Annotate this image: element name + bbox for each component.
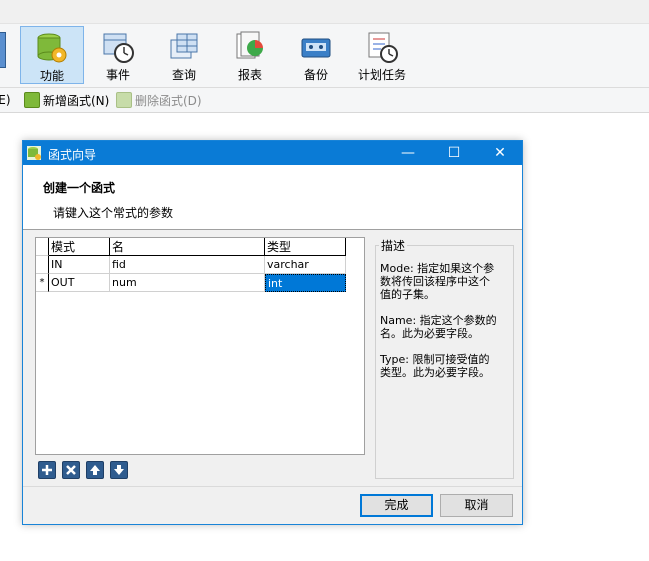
- mode-description: Mode: 指定如果这个参数将传回该程序中这个值的子集。: [380, 262, 495, 301]
- footer-divider: [23, 486, 522, 487]
- param-name-cell[interactable]: num: [110, 274, 265, 292]
- type-description: Type: 限制可接受值的类型。此为必要字段。: [380, 353, 490, 379]
- function-db-icon: [35, 31, 69, 65]
- main-toolbar: 功能 事件 查询 报表 备份 计划任务: [0, 24, 649, 88]
- description-panel: Mode: 指定如果这个参数将传回该程序中这个值的子集。 Name: 指定这个参…: [375, 245, 514, 479]
- wizard-header: 创建一个函式 请键入这个常式的参数: [23, 165, 522, 230]
- toolbar-event-label: 事件: [105, 68, 130, 82]
- row-indicator[interactable]: *: [36, 274, 49, 292]
- new-function-label: 新增函式(N): [43, 94, 110, 108]
- description-legend: 描述: [379, 237, 408, 254]
- delete-function-button[interactable]: 删除函式(D): [116, 92, 202, 108]
- query-grid-icon: [167, 30, 201, 64]
- parameter-grid[interactable]: 模式 名 类型 IN fid varchar * OUT num int: [35, 237, 365, 455]
- backup-icon: [299, 30, 333, 64]
- arrow-up-icon: [90, 465, 100, 475]
- move-down-button[interactable]: [110, 461, 128, 479]
- partial-toolbar-icon[interactable]: [0, 32, 6, 68]
- maximize-button[interactable]: ☐: [431, 141, 477, 165]
- report-icon: [233, 30, 267, 64]
- new-function-button[interactable]: 新增函式(N): [24, 92, 109, 108]
- add-parameter-button[interactable]: [38, 461, 56, 479]
- name-description: Name: 指定这个参数的名。此为必要字段。: [380, 314, 497, 340]
- row-indicator[interactable]: [36, 256, 49, 274]
- function-wizard-dialog: 函式向导 — ☐ ✕ 创建一个函式 请键入这个常式的参数 模式 名 类型 IN …: [22, 140, 523, 525]
- toolbar-function-button[interactable]: 功能: [20, 26, 84, 84]
- delete-function-label: 删除函式(D): [135, 94, 202, 108]
- schedule-task-icon: [365, 30, 399, 64]
- cancel-button[interactable]: 取消: [440, 494, 513, 517]
- toolbar-query-button[interactable]: 查询: [152, 26, 216, 84]
- move-up-button[interactable]: [86, 461, 104, 479]
- description-text: Mode: 指定如果这个参数将传回该程序中这个值的子集。 Name: 指定这个参…: [380, 262, 498, 392]
- wizard-step-subtitle: 请键入这个常式的参数: [53, 206, 174, 220]
- dialog-title: 函式向导: [48, 148, 97, 162]
- event-clock-icon: [101, 30, 135, 64]
- object-toolbar: E(E) 新增函式(N) 删除函式(D): [0, 88, 649, 113]
- toolbar-function-label: 功能: [39, 69, 64, 83]
- delete-parameter-button[interactable]: [62, 461, 80, 479]
- toolbar-event-button[interactable]: 事件: [86, 26, 150, 84]
- finish-button[interactable]: 完成: [360, 494, 433, 517]
- x-icon: [66, 465, 76, 475]
- table-row[interactable]: IN fid varchar: [36, 256, 346, 274]
- toolbar-query-label: 查询: [171, 68, 196, 82]
- toolbar-schedule-label: 计划任务: [357, 68, 406, 82]
- param-mode-cell[interactable]: IN: [49, 256, 110, 274]
- wizard-step-title: 创建一个函式: [43, 181, 116, 195]
- window-top-strip: [0, 0, 649, 24]
- close-button[interactable]: ✕: [477, 141, 523, 165]
- param-mode-cell[interactable]: OUT: [49, 274, 110, 292]
- arrow-down-icon: [114, 465, 124, 475]
- toolbar-report-button[interactable]: 报表: [218, 26, 282, 84]
- dialog-titlebar[interactable]: 函式向导 — ☐ ✕: [23, 141, 522, 165]
- column-header-name[interactable]: 名: [110, 238, 265, 256]
- toolbar-backup-label: 备份: [303, 68, 328, 82]
- delete-function-icon: [116, 92, 132, 108]
- plus-icon: [42, 465, 52, 475]
- param-type-cell-selected[interactable]: int: [265, 274, 346, 292]
- table-row[interactable]: * OUT num int: [36, 274, 346, 292]
- edit-function-item-partial[interactable]: E(E): [0, 92, 11, 108]
- toolbar-backup-button[interactable]: 备份: [284, 26, 348, 84]
- toolbar-schedule-button[interactable]: 计划任务: [350, 26, 414, 84]
- param-name-cell[interactable]: fid: [110, 256, 265, 274]
- column-header-type[interactable]: 类型: [265, 238, 346, 256]
- new-function-icon: [24, 92, 40, 108]
- column-header-mode[interactable]: 模式: [49, 238, 110, 256]
- grid-corner: [36, 238, 49, 256]
- wizard-app-icon: [27, 146, 41, 160]
- param-type-cell[interactable]: varchar: [265, 256, 346, 274]
- grid-header-row: 模式 名 类型: [36, 238, 346, 256]
- minimize-button[interactable]: —: [385, 141, 431, 165]
- toolbar-report-label: 报表: [237, 68, 262, 82]
